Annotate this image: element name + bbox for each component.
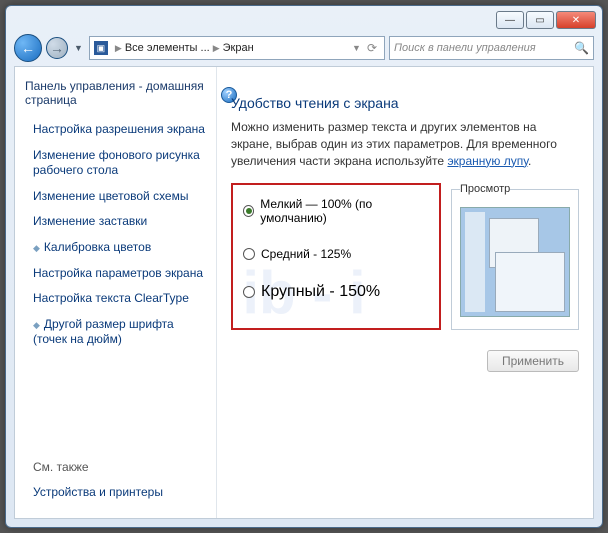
see-also-heading: См. также [33, 460, 206, 474]
preview-panel: Просмотр [451, 183, 579, 330]
radio-label: Средний - 125% [261, 247, 351, 261]
breadcrumb[interactable]: ▣ ▶ Все элементы ... ▶ Экран ▼ ⟳ [89, 36, 385, 60]
forward-button[interactable]: → [46, 37, 68, 59]
sidebar-link-dpi[interactable]: ◆Другой размер шрифта (точек на дюйм) [33, 317, 206, 348]
radio-label: Крупный - 150% [261, 283, 380, 301]
radio-icon [243, 286, 255, 298]
radio-label: Мелкий — 100% (по умолчанию) [260, 197, 429, 225]
nav-history-dropdown[interactable]: ▼ [72, 43, 85, 53]
chevron-right-icon: ▶ [210, 43, 223, 54]
shield-icon: ◆ [33, 243, 40, 253]
page-title: Удобство чтения с экрана [231, 95, 579, 111]
radio-icon [243, 248, 255, 260]
sidebar-link-cleartype[interactable]: Настройка текста ClearType [33, 291, 206, 307]
magnifier-link[interactable]: экранную лупу [447, 154, 528, 168]
search-placeholder: Поиск в панели управления [394, 42, 574, 54]
sidebar-link-resolution[interactable]: Настройка разрешения экрана [33, 122, 206, 138]
sidebar-link-screensaver[interactable]: Изменение заставки [33, 214, 206, 230]
back-button[interactable]: ← [14, 34, 42, 62]
address-bar: ← → ▼ ▣ ▶ Все элементы ... ▶ Экран ▼ ⟳ П… [6, 30, 602, 66]
sidebar-link-wallpaper[interactable]: Изменение фонового рисунка рабочего стол… [33, 148, 206, 179]
sidebar: Панель управления - домашняя страница На… [15, 67, 217, 518]
minimize-button[interactable]: — [496, 11, 524, 29]
main-panel: ? Удобство чтения с экрана Можно изменит… [217, 67, 593, 518]
close-button[interactable]: ✕ [556, 11, 596, 29]
chevron-down-icon[interactable]: ▼ [349, 43, 364, 53]
chevron-right-icon: ▶ [112, 43, 125, 54]
breadcrumb-item[interactable]: Все элементы ... [125, 42, 210, 54]
apply-button[interactable]: Применить [487, 350, 579, 372]
sidebar-link-calibrate[interactable]: ◆Калибровка цветов [33, 240, 206, 256]
search-input[interactable]: Поиск в панели управления 🔍 [389, 36, 594, 60]
radio-medium-125[interactable]: Средний - 125% [243, 247, 429, 261]
control-panel-icon: ▣ [94, 41, 108, 55]
radio-small-100[interactable]: Мелкий — 100% (по умолчанию) [243, 197, 429, 225]
refresh-icon[interactable]: ⟳ [364, 41, 380, 55]
preview-legend: Просмотр [460, 183, 510, 195]
shield-icon: ◆ [33, 320, 40, 330]
sidebar-link-colorscheme[interactable]: Изменение цветовой схемы [33, 189, 206, 205]
control-panel-window: — ▭ ✕ ← → ▼ ▣ ▶ Все элементы ... ▶ Экран… [5, 5, 603, 528]
sidebar-link-display-params[interactable]: Настройка параметров экрана [33, 266, 206, 282]
radio-icon [243, 205, 254, 217]
radio-large-150[interactable]: Крупный - 150% [243, 283, 429, 301]
breadcrumb-item[interactable]: Экран [223, 42, 254, 54]
scale-options-highlight: Мелкий — 100% (по умолчанию) Средний - 1… [231, 183, 441, 330]
sidebar-heading[interactable]: Панель управления - домашняя страница [25, 79, 206, 107]
content-area: ib - i Панель управления - домашняя стра… [14, 66, 594, 519]
preview-thumbnail [460, 207, 570, 317]
titlebar: — ▭ ✕ [6, 6, 602, 30]
sidebar-link-devices[interactable]: Устройства и принтеры [33, 485, 206, 501]
search-icon: 🔍 [574, 41, 589, 55]
page-description: Можно изменить размер текста и других эл… [231, 119, 579, 169]
maximize-button[interactable]: ▭ [526, 11, 554, 29]
